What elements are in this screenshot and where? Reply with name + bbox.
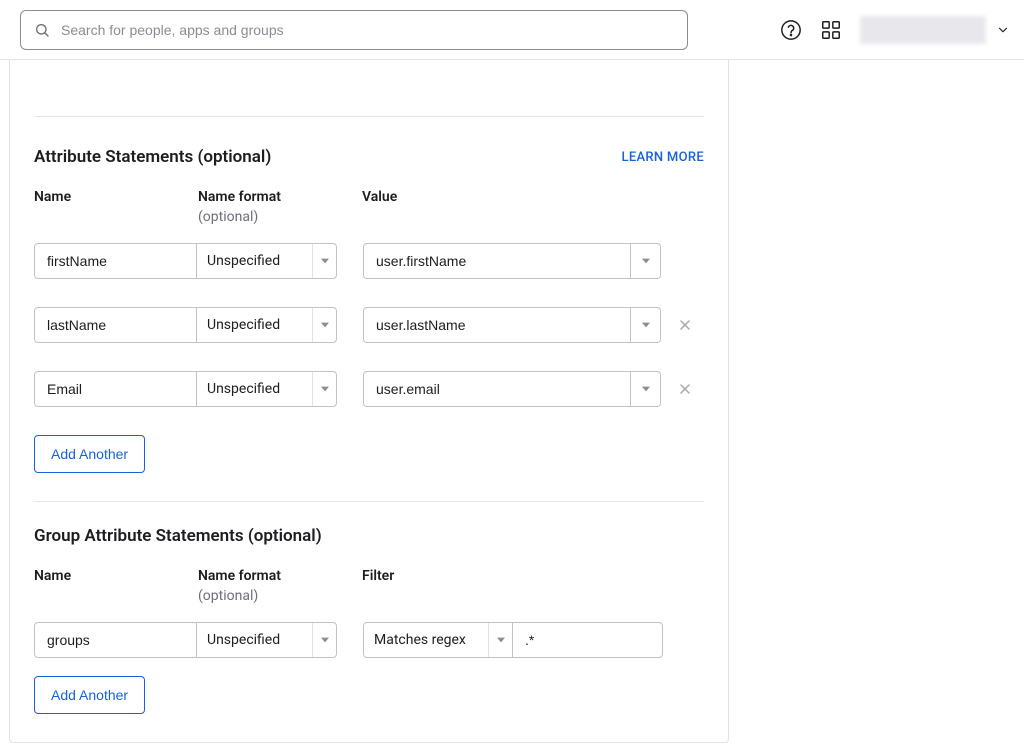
section-divider xyxy=(34,501,704,502)
attribute-value-input[interactable] xyxy=(363,243,631,279)
caret-down-icon xyxy=(312,623,336,657)
attribute-row: Unspecified xyxy=(34,307,704,343)
attribute-value-dropdown[interactable] xyxy=(631,371,661,407)
group-filter-value-input[interactable] xyxy=(513,622,663,658)
caret-down-icon xyxy=(488,623,512,657)
col-header-value: Value xyxy=(362,189,704,205)
attribute-format-select[interactable]: Unspecified xyxy=(197,307,337,343)
attribute-format-select[interactable]: Unspecified xyxy=(197,371,337,407)
col-header-format-sub: (optional) xyxy=(198,588,362,604)
attribute-name-input[interactable] xyxy=(34,307,197,343)
search-container xyxy=(20,10,688,50)
attribute-row: Unspecified xyxy=(34,243,704,279)
top-bar xyxy=(0,0,1024,60)
group-filter-type-select[interactable]: Matches regex xyxy=(363,622,513,658)
caret-down-icon xyxy=(312,372,336,406)
attribute-section-header: Attribute Statements (optional) LEARN MO… xyxy=(34,147,704,167)
col-header-format: Name format xyxy=(198,189,362,205)
caret-down-icon xyxy=(312,244,336,278)
attribute-name-input[interactable] xyxy=(34,371,197,407)
group-format-value: Unspecified xyxy=(207,632,280,648)
remove-row-button[interactable] xyxy=(677,381,693,397)
user-menu[interactable] xyxy=(860,16,1010,44)
help-icon[interactable] xyxy=(780,19,802,41)
col-header-name: Name xyxy=(34,568,198,584)
config-panel: Attribute Statements (optional) LEARN MO… xyxy=(9,60,729,743)
remove-row-button[interactable] xyxy=(677,317,693,333)
apps-grid-icon[interactable] xyxy=(820,19,842,41)
add-attribute-button[interactable]: Add Another xyxy=(34,435,145,473)
search-input[interactable] xyxy=(20,10,688,50)
col-header-format: Name format xyxy=(198,568,362,584)
attribute-format-select[interactable]: Unspecified xyxy=(197,243,337,279)
add-group-attribute-button[interactable]: Add Another xyxy=(34,676,145,714)
col-header-filter: Filter xyxy=(362,568,704,584)
caret-down-icon xyxy=(312,308,336,342)
attribute-name-input[interactable] xyxy=(34,243,197,279)
group-column-headers: Name Name format (optional) Filter xyxy=(34,568,704,604)
attribute-format-value: Unspecified xyxy=(207,381,280,397)
user-name-redacted xyxy=(860,16,986,44)
group-filter-type-value: Matches regex xyxy=(374,632,466,648)
search-icon xyxy=(34,22,50,38)
top-right-controls xyxy=(780,16,1010,44)
attribute-value-input[interactable] xyxy=(363,371,631,407)
group-section-title: Group Attribute Statements (optional) xyxy=(34,526,322,546)
group-section-header: Group Attribute Statements (optional) xyxy=(34,526,704,546)
group-format-select[interactable]: Unspecified xyxy=(197,622,337,658)
col-header-name: Name xyxy=(34,189,198,205)
attribute-section-title: Attribute Statements (optional) xyxy=(34,147,271,167)
chevron-down-icon xyxy=(996,23,1010,37)
attribute-format-value: Unspecified xyxy=(207,317,280,333)
attribute-format-value: Unspecified xyxy=(207,253,280,269)
attribute-row: Unspecified xyxy=(34,371,704,407)
learn-more-link[interactable]: LEARN MORE xyxy=(622,150,704,165)
attribute-column-headers: Name Name format (optional) Value xyxy=(34,189,704,225)
attribute-value-input[interactable] xyxy=(363,307,631,343)
attribute-value-dropdown[interactable] xyxy=(631,243,661,279)
col-header-format-sub: (optional) xyxy=(198,209,362,225)
group-name-input[interactable] xyxy=(34,622,197,658)
attribute-value-dropdown[interactable] xyxy=(631,307,661,343)
group-attribute-row: Unspecified Matches regex xyxy=(34,622,704,658)
